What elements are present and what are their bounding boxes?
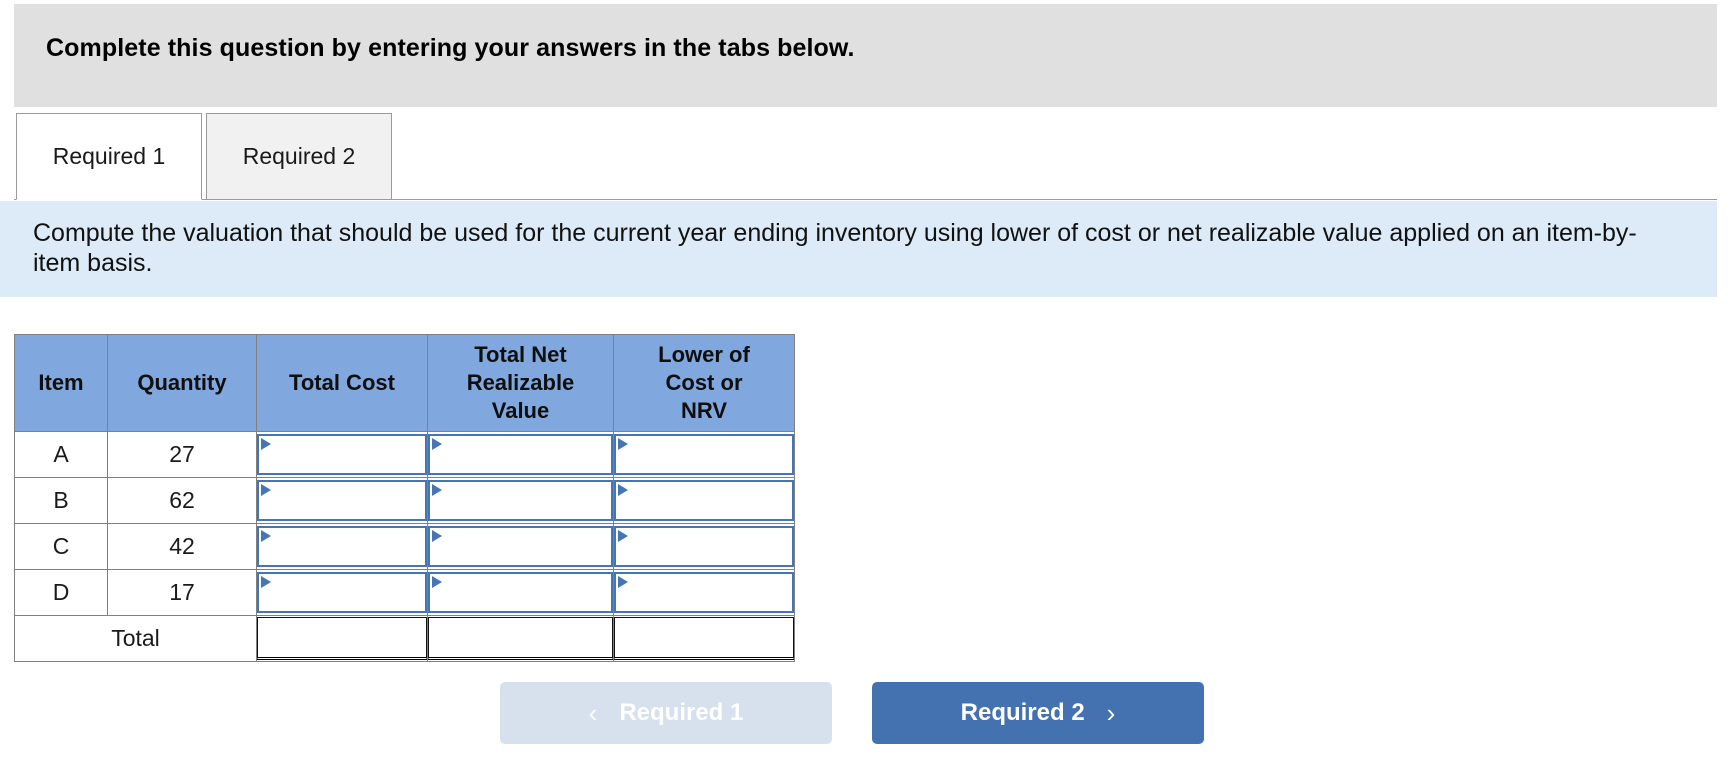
row-1-item: B	[14, 477, 108, 524]
next-required-2-button-label: Required 2	[960, 699, 1085, 726]
table-header-row: Item Quantity Total Cost Total Net Reali…	[14, 334, 795, 432]
tab-required-2[interactable]: Required 2	[206, 113, 392, 200]
row-3-lower-of-cost-or-nrv-cell[interactable]	[613, 569, 795, 616]
row-0-item: A	[14, 431, 108, 478]
total-row-total-cost-input[interactable]	[257, 617, 427, 660]
row-1-total-cost-input[interactable]	[257, 480, 427, 521]
navigation-button-row: ‹ Required 1 Required 2 ›	[0, 682, 1731, 754]
row-0-quantity: 27	[107, 431, 257, 478]
column-header-item: Item	[14, 334, 108, 432]
chevron-right-icon: ›	[1106, 698, 1116, 728]
next-required-2-button[interactable]: Required 2 ›	[872, 682, 1204, 744]
row-2-quantity: 42	[107, 523, 257, 570]
total-row-lower-of-cost-or-nrv-input[interactable]	[614, 617, 794, 660]
row-2-item: C	[14, 523, 108, 570]
total-row-total-nrv-cell[interactable]	[427, 615, 614, 662]
row-0-lower-of-cost-or-nrv-input[interactable]	[614, 434, 794, 475]
inventory-table: Item Quantity Total Cost Total Net Reali…	[14, 334, 795, 662]
column-header-lower-of-cost-or-nrv: Lower of Cost or NRV	[613, 334, 795, 432]
row-3-total-nrv-input[interactable]	[428, 572, 613, 613]
column-header-total-cost: Total Cost	[256, 334, 428, 432]
total-row-label: Total	[14, 615, 257, 662]
row-1-total-nrv-input[interactable]	[428, 480, 613, 521]
table-row: C 42	[14, 523, 795, 570]
question-banner-text: Complete this question by entering your …	[46, 34, 855, 62]
prev-required-1-button-label: Required 1	[619, 699, 744, 726]
row-0-total-nrv-cell[interactable]	[427, 431, 614, 478]
row-3-total-cost-cell[interactable]	[256, 569, 428, 616]
chevron-left-icon: ‹	[588, 698, 598, 728]
instruction-text: Compute the valuation that should be use…	[33, 219, 1637, 277]
column-header-quantity-line-1: Quantity	[137, 369, 227, 395]
column-header-total-net-realizable-value: Total Net Realizable Value	[427, 334, 614, 432]
column-header-lcnrv-line-2: Cost or	[665, 369, 743, 395]
tab-required-1[interactable]: Required 1	[16, 113, 202, 200]
row-1-quantity: 62	[107, 477, 257, 524]
row-0-total-cost-input[interactable]	[257, 434, 427, 475]
row-3-quantity: 17	[107, 569, 257, 616]
row-3-total-cost-input[interactable]	[257, 572, 427, 613]
column-header-nrv-line-1: Total Net	[474, 341, 567, 367]
row-2-lower-of-cost-or-nrv-cell[interactable]	[613, 523, 795, 570]
row-2-total-nrv-input[interactable]	[428, 526, 613, 567]
column-header-lcnrv-line-1: Lower of	[658, 341, 750, 367]
row-3-lower-of-cost-or-nrv-input[interactable]	[614, 572, 794, 613]
inventory-table-container: Item Quantity Total Cost Total Net Reali…	[14, 334, 795, 662]
row-3-total-nrv-cell[interactable]	[427, 569, 614, 616]
row-2-lower-of-cost-or-nrv-input[interactable]	[614, 526, 794, 567]
total-row-lower-of-cost-or-nrv-cell[interactable]	[613, 615, 795, 662]
column-header-nrv-line-3: Value	[491, 398, 550, 424]
row-2-total-nrv-cell[interactable]	[427, 523, 614, 570]
row-3-item: D	[14, 569, 108, 616]
column-header-total-cost-line-1: Total Cost	[289, 369, 395, 395]
row-1-total-cost-cell[interactable]	[256, 477, 428, 524]
question-banner: Complete this question by entering your …	[14, 4, 1717, 107]
column-header-quantity: Quantity	[107, 334, 257, 432]
row-0-total-cost-cell[interactable]	[256, 431, 428, 478]
total-row-total-cost-cell[interactable]	[256, 615, 428, 662]
table-row: D 17	[14, 569, 795, 616]
row-0-total-nrv-input[interactable]	[428, 434, 613, 475]
total-row-total-nrv-input[interactable]	[428, 617, 613, 660]
prev-required-1-button[interactable]: ‹ Required 1	[500, 682, 832, 744]
tab-required-1-label: Required 1	[52, 143, 166, 169]
row-0-lower-of-cost-or-nrv-cell[interactable]	[613, 431, 795, 478]
column-header-lcnrv-line-3: NRV	[680, 398, 728, 424]
column-header-item-line-1: Item	[38, 369, 84, 395]
table-row: B 62	[14, 477, 795, 524]
row-1-lower-of-cost-or-nrv-cell[interactable]	[613, 477, 795, 524]
tab-bar: Required 1 Required 2	[0, 113, 1731, 201]
column-header-nrv-line-2: Realizable	[466, 369, 575, 395]
instruction-banner: Compute the valuation that should be use…	[0, 201, 1717, 297]
row-1-lower-of-cost-or-nrv-input[interactable]	[614, 480, 794, 521]
table-row: A 27	[14, 431, 795, 478]
row-2-total-cost-cell[interactable]	[256, 523, 428, 570]
table-total-row: Total	[14, 615, 795, 662]
tab-required-2-label: Required 2	[242, 143, 356, 169]
row-2-total-cost-input[interactable]	[257, 526, 427, 567]
row-1-total-nrv-cell[interactable]	[427, 477, 614, 524]
